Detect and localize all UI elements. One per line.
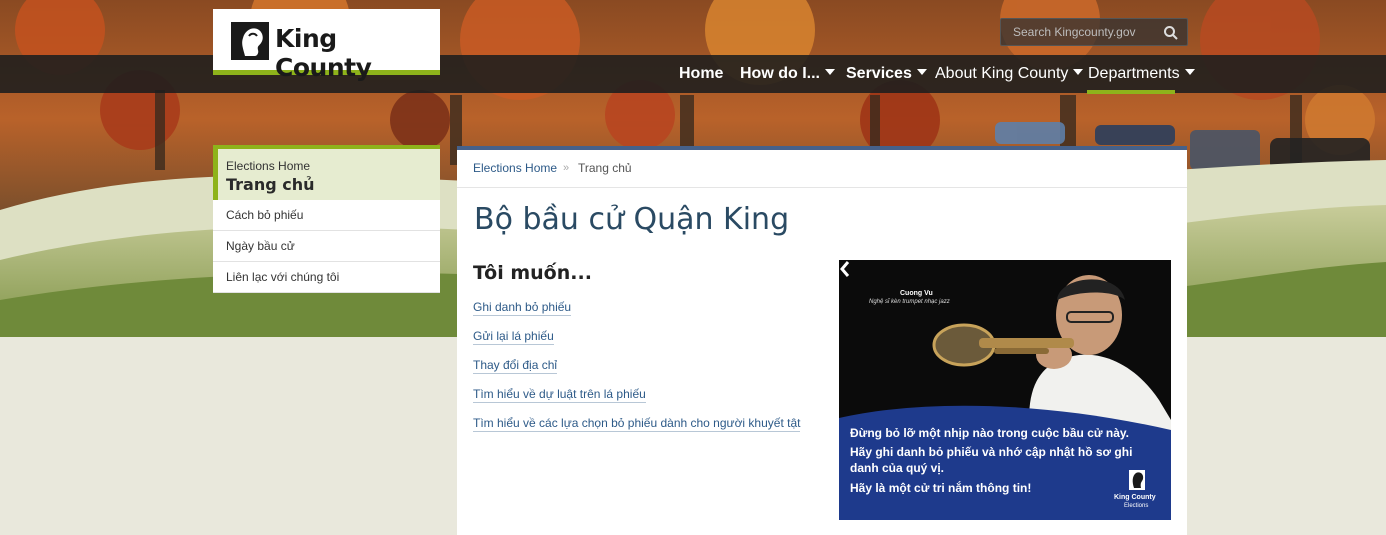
promo-line-2: Hãy ghi danh bỏ phiếu và nhớ cập nhật hồ…	[850, 445, 1133, 459]
nav-how-do-i[interactable]: How do I...	[740, 55, 835, 93]
nav-services[interactable]: Services	[846, 55, 927, 93]
nav-home[interactable]: Home	[679, 55, 723, 93]
sidebar-header: Elections Home Trang chủ	[213, 145, 440, 200]
chevron-down-icon	[1073, 68, 1084, 75]
promo-line-4: Hãy là một cử tri nắm thông tin!	[850, 481, 1032, 495]
nav-active-indicator	[1087, 90, 1175, 94]
link-ballot-measures[interactable]: Tìm hiểu về dự luật trên lá phiếu	[473, 387, 646, 403]
promo-logo-text: King County	[1114, 494, 1156, 501]
chevron-left-icon[interactable]	[839, 260, 851, 278]
sidebar-item-how-to-vote[interactable]: Cách bỏ phiếu	[213, 200, 440, 231]
nav-about-king-county[interactable]: About King County	[935, 55, 1084, 93]
promo-line-1: Đừng bỏ lỡ một nhịp nào trong cuộc bầu c…	[850, 426, 1130, 440]
breadcrumb-separator: »	[563, 162, 570, 174]
site-search[interactable]	[1000, 18, 1188, 46]
breadcrumb-home-link[interactable]: Elections Home	[473, 150, 557, 187]
nav-departments[interactable]: Departments	[1088, 55, 1195, 93]
king-county-logo[interactable]: King County	[213, 9, 440, 82]
logo-text: King County	[275, 24, 372, 82]
sidebar-current-page: Trang chủ	[226, 175, 315, 194]
nav-about-label: About King County	[935, 65, 1069, 82]
page-title: Bộ bầu cử Quận King	[474, 202, 790, 237]
sidebar-nav: Elections Home Trang chủ Cách bỏ phiếu N…	[213, 145, 440, 293]
nav-home-label: Home	[679, 65, 724, 82]
link-accessible-voting[interactable]: Tìm hiểu về các lựa chọn bỏ phiếu dành c…	[473, 416, 801, 432]
nav-services-label: Services	[846, 65, 912, 82]
link-return-ballot[interactable]: Gửi lại lá phiếu	[473, 329, 554, 345]
promo-person-name: Cuong Vu	[900, 290, 933, 297]
chevron-down-icon	[1184, 68, 1195, 75]
sidebar-item-election-dates[interactable]: Ngày bầu cử	[213, 231, 440, 262]
promo-line-3: danh của quý vị.	[850, 461, 945, 475]
sidebar-item-contact-us[interactable]: Liên lạc với chúng tôi	[213, 262, 440, 293]
promo-person-role: Nghệ sĩ kèn trumpet nhạc jazz	[869, 299, 950, 305]
search-input[interactable]	[1001, 19, 1163, 45]
search-icon[interactable]	[1163, 25, 1179, 41]
promo-carousel[interactable]: Cuong Vu Nghệ sĩ kèn trumpet nhạc jazz Đ…	[839, 260, 1171, 520]
breadcrumb: Elections Home » Trang chủ	[457, 150, 1187, 188]
nav-departments-label: Departments	[1088, 65, 1180, 82]
king-county-logo-icon	[231, 22, 269, 60]
sidebar-parent-link[interactable]: Elections Home	[226, 159, 440, 173]
chevron-down-icon	[916, 68, 927, 75]
i-want-to-heading: Tôi muốn...	[473, 262, 592, 284]
nav-how-do-i-label: How do I...	[740, 65, 820, 82]
chevron-down-icon	[825, 68, 835, 75]
promo-logo-subtitle: Elections	[1124, 503, 1149, 509]
breadcrumb-current: Trang chủ	[578, 161, 632, 175]
link-change-address[interactable]: Thay đổi địa chỉ	[473, 358, 558, 374]
link-register-to-vote[interactable]: Ghi danh bỏ phiếu	[473, 300, 572, 316]
